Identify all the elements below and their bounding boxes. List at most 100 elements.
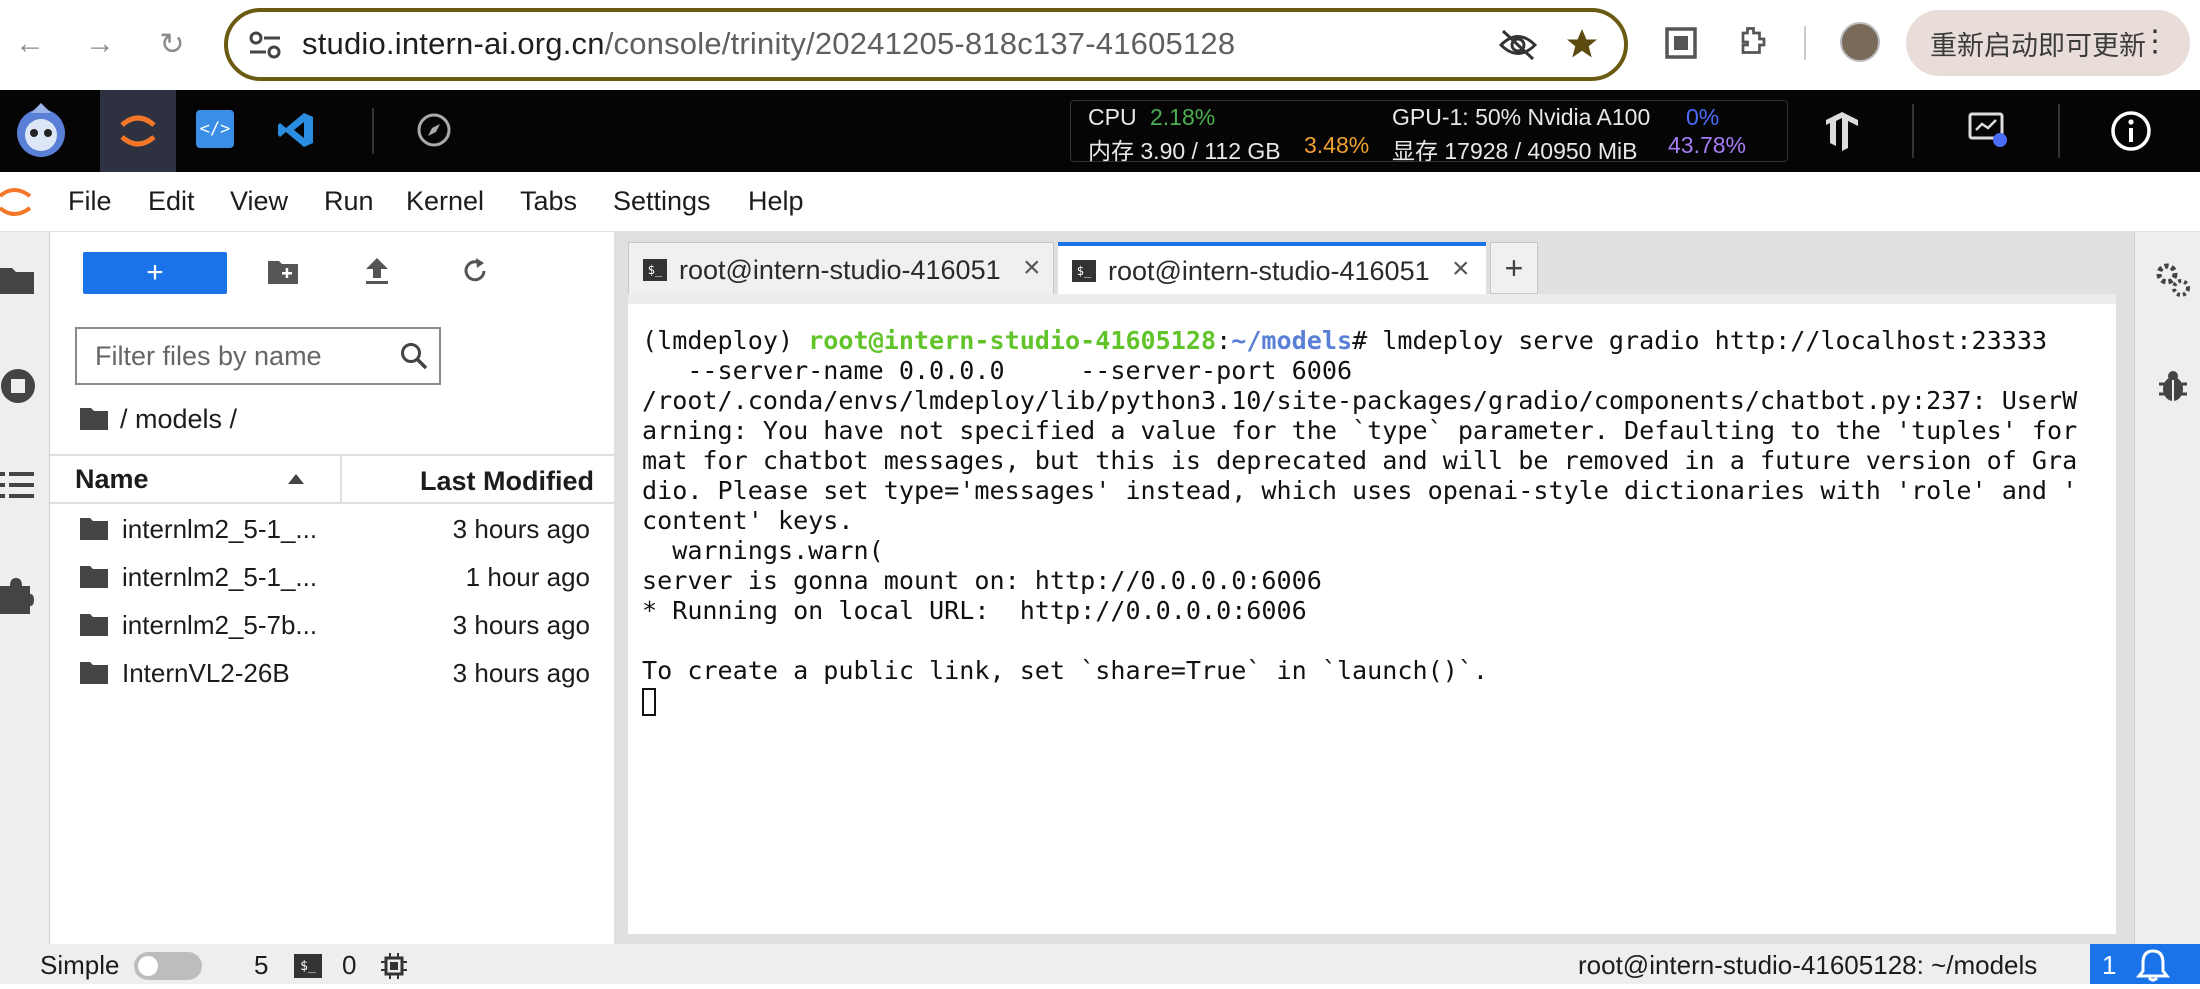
column-header-last-modified[interactable]: Last Modified bbox=[420, 466, 594, 497]
menu-view[interactable]: View bbox=[230, 186, 288, 217]
terminal-line: mat for chatbot messages, but this is de… bbox=[642, 446, 2078, 475]
file-row[interactable]: InternVL2-26B 3 hours ago bbox=[50, 650, 614, 698]
kernel-count[interactable]: 5 bbox=[254, 950, 268, 981]
file-name: internlm2_5-7b... bbox=[122, 610, 318, 640]
extensions-icon[interactable] bbox=[1734, 24, 1770, 60]
terminal-prompt-line: (lmdeploy) root@intern-studio-41605128:~… bbox=[642, 326, 2048, 355]
simple-mode-label: Simple bbox=[40, 950, 120, 980]
divider bbox=[2058, 104, 2060, 158]
cpu-chip-icon[interactable] bbox=[380, 952, 408, 980]
gpu-value: 0% bbox=[1686, 104, 1720, 130]
toolbar-divider bbox=[1804, 26, 1806, 60]
debugger-bug-icon[interactable] bbox=[2157, 368, 2189, 404]
filter-placeholder: Filter files by name bbox=[95, 341, 322, 371]
terminal-line: /root/.conda/envs/lmdeploy/lib/python3.1… bbox=[642, 386, 2078, 415]
vram-label: 显存 17928 / 40950 MiB bbox=[1392, 138, 1638, 164]
file-browser: + Filter files by name / models / Name L… bbox=[50, 232, 614, 944]
tab-terminal-2[interactable]: $_ root@intern-studio-416051 × bbox=[1058, 242, 1486, 296]
terminal-line: dio. Please set type='messages' instead,… bbox=[642, 476, 2078, 505]
terminal-line: warnings.warn( bbox=[642, 536, 884, 565]
vscode-icon[interactable] bbox=[276, 110, 316, 150]
folder-icon bbox=[80, 612, 108, 643]
monitor-icon[interactable] bbox=[1968, 112, 2008, 150]
running-sessions-icon[interactable] bbox=[0, 366, 36, 406]
cpu-label: CPU bbox=[1088, 104, 1137, 130]
code-editor-icon[interactable]: </> bbox=[196, 110, 234, 148]
column-header-name[interactable]: Name bbox=[75, 464, 149, 495]
property-inspector-icon[interactable] bbox=[2155, 262, 2191, 298]
tab-label: root@intern-studio-416051 bbox=[1108, 256, 1430, 286]
close-icon[interactable]: × bbox=[1023, 251, 1041, 285]
studio-logo[interactable] bbox=[0, 90, 82, 172]
profile-avatar[interactable] bbox=[1840, 22, 1880, 62]
file-name: internlm2_5-1_... bbox=[122, 514, 318, 544]
reload-icon[interactable]: ↻ bbox=[150, 22, 194, 66]
menu-run[interactable]: Run bbox=[324, 186, 374, 217]
menu-tabs[interactable]: Tabs bbox=[520, 186, 577, 217]
extension-manager-icon[interactable] bbox=[0, 578, 34, 614]
status-bar: Simple 5 $_ 0 root@intern-studio-4160512… bbox=[0, 944, 2200, 984]
mem-value: 3.48% bbox=[1304, 132, 1370, 158]
eye-off-icon[interactable] bbox=[1498, 28, 1538, 62]
file-modified: 3 hours ago bbox=[452, 658, 590, 688]
add-tab-button[interactable]: + bbox=[1490, 242, 1538, 294]
forward-icon[interactable]: → bbox=[78, 22, 122, 66]
update-button[interactable]: 重新启动即可更新 ⋮ bbox=[1906, 10, 2190, 76]
terminal-cursor bbox=[642, 688, 656, 716]
info-icon[interactable] bbox=[2110, 110, 2152, 152]
file-name: InternVL2-26B bbox=[122, 658, 290, 688]
back-icon[interactable]: ← bbox=[8, 22, 52, 66]
simple-mode-toggle[interactable] bbox=[134, 952, 202, 980]
search-icon bbox=[399, 341, 429, 371]
new-launcher-button[interactable]: + bbox=[83, 252, 227, 294]
file-modified: 1 hour ago bbox=[465, 562, 590, 592]
tensorflow-icon[interactable] bbox=[1822, 110, 1862, 152]
divider bbox=[372, 108, 374, 154]
filter-files-input[interactable]: Filter files by name bbox=[75, 327, 441, 385]
file-modified: 3 hours ago bbox=[452, 610, 590, 640]
menu-kernel[interactable]: Kernel bbox=[406, 186, 484, 217]
compass-icon[interactable] bbox=[416, 112, 452, 148]
update-label: 重新启动即可更新 bbox=[1930, 30, 2146, 61]
file-row[interactable]: internlm2_5-1_... 1 hour ago bbox=[50, 554, 614, 602]
cpu-value: 2.18% bbox=[1150, 104, 1216, 130]
divider bbox=[50, 502, 614, 504]
site-settings-icon[interactable] bbox=[248, 30, 282, 60]
notifications-button[interactable]: 1 bbox=[2090, 944, 2200, 984]
tab-terminal-1[interactable]: $_ root@intern-studio-416051 × bbox=[628, 242, 1054, 296]
menu-file[interactable]: File bbox=[68, 186, 112, 217]
terminal-line: --server-name 0.0.0.0 --server-port 6006 bbox=[642, 356, 1353, 385]
close-icon[interactable]: × bbox=[1452, 252, 1470, 286]
terminal-cursor-line bbox=[642, 686, 2116, 716]
refresh-icon[interactable] bbox=[460, 256, 490, 286]
new-folder-icon[interactable] bbox=[268, 258, 300, 286]
folder-icon[interactable] bbox=[0, 264, 34, 294]
menu-help[interactable]: Help bbox=[748, 186, 804, 217]
file-row[interactable]: internlm2_5-1_... 3 hours ago bbox=[50, 506, 614, 554]
table-of-contents-icon[interactable] bbox=[0, 470, 34, 500]
folder-icon bbox=[80, 660, 108, 691]
menu-settings[interactable]: Settings bbox=[613, 186, 711, 217]
reader-mode-icon[interactable] bbox=[1664, 26, 1698, 60]
terminal-count[interactable]: 0 bbox=[342, 950, 356, 981]
terminal-line: server is gonna mount on: http://0.0.0.0… bbox=[642, 566, 1322, 595]
file-row[interactable]: internlm2_5-7b... 3 hours ago bbox=[50, 602, 614, 650]
terminal-line: * Running on local URL: http://0.0.0.0:6… bbox=[642, 596, 1307, 625]
jupyter-icon[interactable] bbox=[100, 90, 176, 172]
divider bbox=[1912, 104, 1914, 158]
menu-edit[interactable]: Edit bbox=[148, 186, 195, 217]
terminal-icon: $_ bbox=[294, 954, 322, 978]
upload-icon[interactable] bbox=[364, 256, 390, 286]
breadcrumb[interactable]: / models / bbox=[120, 404, 237, 435]
menu-bar: File Edit View Run Kernel Tabs Settings … bbox=[0, 172, 2200, 232]
file-modified: 3 hours ago bbox=[452, 514, 590, 544]
current-path-status[interactable]: root@intern-studio-41605128: ~/models bbox=[1578, 950, 2037, 981]
terminal-output[interactable]: (lmdeploy) root@intern-studio-41605128:~… bbox=[628, 294, 2116, 934]
terminal-line: To create a public link, set `share=True… bbox=[642, 656, 1489, 685]
bookmark-star-icon[interactable] bbox=[1564, 26, 1600, 62]
terminal-line: arning: You have not specified a value f… bbox=[642, 416, 2078, 445]
more-vert-icon: ⋮ bbox=[2140, 25, 2170, 58]
right-sidebar bbox=[2134, 232, 2200, 944]
address-bar[interactable]: studio.intern-ai.org.cn/console/trinity/… bbox=[224, 8, 1628, 81]
